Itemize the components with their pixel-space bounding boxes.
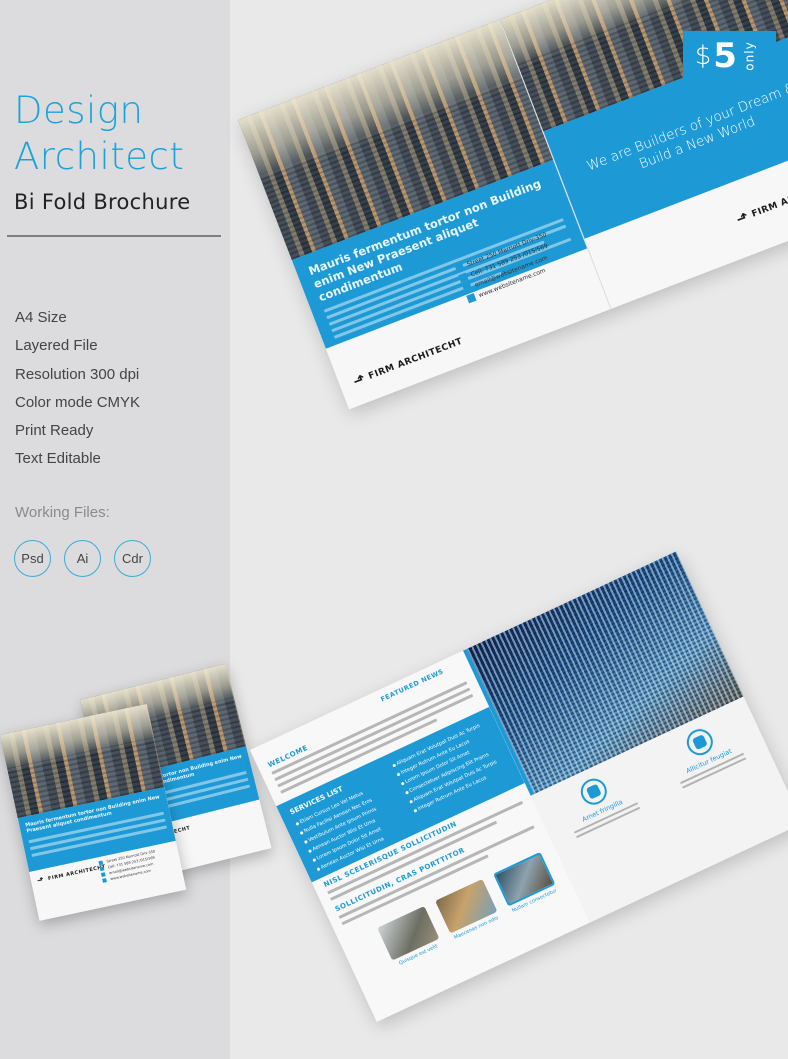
file-badges: Psd Ai Cdr [14, 540, 151, 577]
price-amount: 5 [713, 36, 737, 76]
logo-icon: ⬏ [36, 875, 46, 886]
phone-icon [458, 272, 469, 283]
logo-text: FIRM ARCHITECHT [750, 174, 788, 220]
web-icon [102, 878, 107, 883]
title-line-2: Architect [14, 135, 185, 178]
product-subtitle: Bi Fold Brochure [14, 190, 191, 214]
product-title: Design Architect [14, 88, 184, 180]
price-suffix: only [742, 41, 757, 71]
feature-item: Color mode CMYK [15, 393, 141, 411]
price-currency: $ [694, 41, 712, 71]
feature-item: Resolution 300 dpi [15, 365, 140, 383]
thumbnail: Nullam consectetur [493, 851, 559, 915]
mini-contacts: Street 250 Marriott Driv-350 Cell: 731 5… [98, 849, 159, 884]
location-icon [454, 262, 465, 273]
feature-item: A4 Size [15, 309, 67, 326]
feature-list: A4 Size Layered File Resolution 300 dpi … [15, 304, 140, 474]
feature-item: Layered File [15, 337, 98, 355]
phone-icon [99, 866, 105, 872]
working-files-label: Working Files: [15, 504, 110, 521]
logo: ⬏ FIRM ARCHITECHT [734, 171, 788, 228]
brochure-inside-spread: WELCOME SERVICES LIST Etiam Cursus Leo V… [250, 551, 788, 1022]
thumbnail: Maecenas non odio [435, 878, 501, 942]
title-line-1: Design [14, 89, 144, 132]
email-icon [100, 872, 106, 877]
ai-badge: Ai [64, 540, 101, 577]
feature-item: Text Editable [15, 450, 101, 468]
cdr-badge: Cdr [114, 540, 151, 577]
web-icon [466, 293, 477, 304]
email-icon [462, 282, 473, 294]
location-icon [98, 860, 104, 866]
divider [7, 235, 221, 237]
logo-icon: ⬏ [351, 371, 369, 391]
price-tag: $ 5 only [683, 31, 776, 81]
feature-item: Print Ready [15, 422, 94, 440]
logo-text: FIRM ARCHITECHT [367, 336, 465, 382]
logo-icon: ⬏ [734, 208, 752, 228]
psd-badge: Psd [14, 540, 51, 577]
thumbnail: Quisque est velit [377, 905, 443, 969]
